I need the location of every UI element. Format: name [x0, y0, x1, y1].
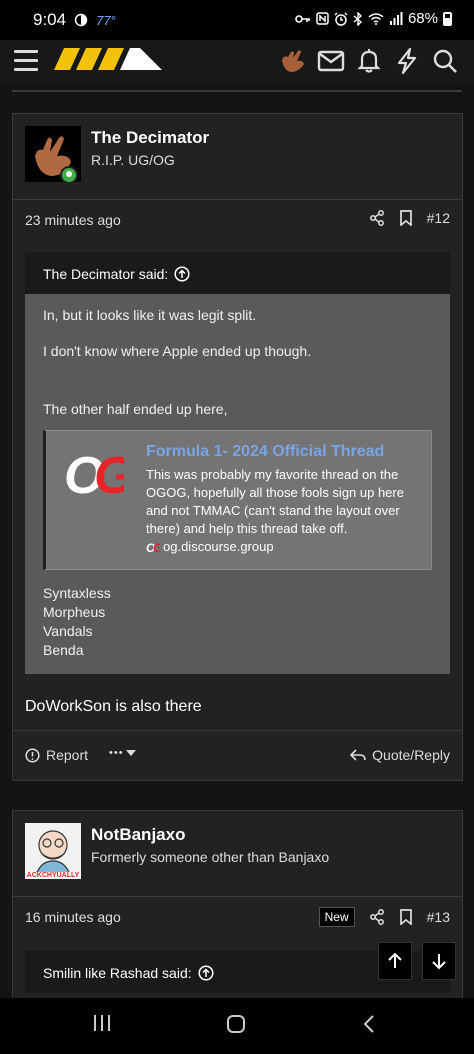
- link-preview-excerpt: This was probably my favorite thread on …: [146, 467, 404, 536]
- nfc-icon: [316, 12, 329, 25]
- list-item: Benda: [43, 642, 84, 658]
- list-item: Syntaxless: [43, 585, 111, 601]
- caret-down-icon: [125, 750, 136, 756]
- thread-content: The Decimator R.I.P. UG/OG 23 minutes ag…: [0, 84, 474, 998]
- post-header: The Decimator R.I.P. UG/OG: [13, 114, 462, 200]
- post-number[interactable]: #12: [427, 210, 450, 226]
- more-label: •••: [109, 747, 124, 759]
- arrow-up-circle-icon[interactable]: [174, 266, 190, 282]
- avatar-caption: ACKCHYUALLY: [25, 872, 81, 879]
- lightning-icon[interactable]: [392, 46, 422, 76]
- battery-icon: [443, 11, 452, 26]
- list-item: Vandals: [43, 623, 93, 639]
- post-body: DoWorkSon is also there: [25, 698, 202, 715]
- report-label: Report: [46, 747, 89, 763]
- divider: [12, 90, 462, 92]
- link-preview-domain[interactable]: og.discourse.group: [163, 539, 274, 554]
- share-icon[interactable]: [369, 909, 385, 925]
- quote-author[interactable]: Smilin like Rashad said:: [43, 965, 192, 981]
- reply-icon: [350, 749, 366, 761]
- quote-reply-button[interactable]: Quote/Reply: [350, 747, 450, 763]
- link-preview-title[interactable]: Formula 1- 2024 Official Thread: [146, 443, 384, 461]
- user-title: R.I.P. UG/OG: [91, 152, 175, 168]
- user-title: Formerly someone other than Banjaxo: [91, 849, 330, 865]
- arrow-up-circle-icon[interactable]: [198, 965, 214, 981]
- quote-header[interactable]: The Decimator said:: [25, 252, 450, 294]
- system-nav-bar: [0, 998, 474, 1054]
- status-temperature: 77°: [96, 12, 116, 28]
- recent-apps-icon[interactable]: [92, 1014, 112, 1032]
- post-timestamp[interactable]: 16 minutes ago: [25, 909, 121, 925]
- quote-body: In, but it looks like it was legit split…: [25, 294, 450, 674]
- list-item: Morpheus: [43, 604, 106, 620]
- quote-reply-label: Quote/Reply: [372, 747, 450, 763]
- online-status-icon: [60, 166, 78, 184]
- search-icon[interactable]: [430, 46, 460, 76]
- user-avatar-icon[interactable]: [278, 46, 308, 76]
- post-meta: 23 minutes ago #12: [13, 200, 462, 240]
- post-author[interactable]: NotBanjaxo: [91, 825, 185, 845]
- link-preview-card[interactable]: O G Formula 1- 2024 Official Thread This…: [43, 430, 432, 570]
- scroll-up-button[interactable]: [378, 942, 412, 980]
- status-time: 9:04: [33, 10, 67, 29]
- svg-text:G: G: [153, 541, 160, 553]
- post-author[interactable]: The Decimator: [91, 128, 209, 148]
- scroll-down-button[interactable]: [422, 942, 456, 980]
- report-button[interactable]: Report: [25, 747, 88, 763]
- signal-icon: [389, 12, 403, 25]
- link-preview-source[interactable]: OG og.discourse.group: [146, 539, 274, 554]
- quote-paragraph: I don't know where Apple ended up though…: [43, 343, 312, 359]
- post-header: ACKCHYUALLY NotBanjaxo Formerly someone …: [13, 811, 462, 897]
- new-badge: New: [318, 907, 355, 927]
- post-actions: Report ••• Quote/Reply: [13, 730, 462, 780]
- post-timestamp[interactable]: 23 minutes ago: [25, 212, 121, 228]
- hamburger-menu-icon[interactable]: [14, 50, 38, 72]
- og-logo: O G: [64, 447, 124, 503]
- quote-paragraph: The other half ended up here,: [43, 401, 228, 417]
- battery-percent: 68%: [407, 10, 438, 27]
- arrow-down-icon: [432, 954, 446, 970]
- weather-icon: [74, 13, 88, 27]
- status-bar: 9:04 77° 68%: [0, 0, 474, 40]
- alarm-icon: [334, 12, 348, 26]
- app-header: [0, 40, 474, 84]
- quote-block: The Decimator said: In, but it looks lik…: [25, 252, 450, 674]
- alert-circle-icon: [25, 747, 40, 763]
- avatar[interactable]: ACKCHYUALLY: [25, 823, 81, 880]
- bookmark-icon[interactable]: [399, 210, 413, 226]
- bell-icon[interactable]: [354, 46, 384, 76]
- name-list: Syntaxless Morpheus Vandals Benda: [43, 584, 432, 660]
- quote-author[interactable]: The Decimator said:: [43, 266, 168, 282]
- home-icon[interactable]: [226, 1014, 246, 1034]
- back-icon[interactable]: [362, 1014, 376, 1034]
- arrow-up-icon: [388, 952, 402, 968]
- post-number[interactable]: #13: [427, 909, 450, 925]
- quote-paragraph: In, but it looks like it was legit split…: [43, 307, 257, 323]
- mail-icon[interactable]: [316, 46, 346, 76]
- og-favicon-icon: OG: [146, 541, 160, 553]
- post-12: The Decimator R.I.P. UG/OG 23 minutes ag…: [12, 113, 463, 781]
- more-options-button[interactable]: •••: [109, 747, 136, 759]
- share-icon[interactable]: [369, 210, 385, 226]
- key-icon: [295, 14, 310, 23]
- site-logo[interactable]: [54, 48, 164, 72]
- post-meta: 16 minutes ago New #13: [13, 897, 462, 937]
- bluetooth-icon: [353, 11, 362, 26]
- wifi-icon: [368, 13, 384, 25]
- svg-text:G: G: [94, 447, 124, 503]
- bookmark-icon[interactable]: [399, 909, 413, 925]
